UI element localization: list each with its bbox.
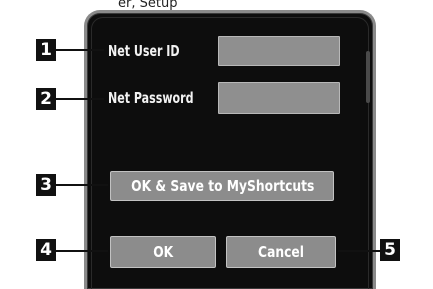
callout-3: 3 [36,174,56,196]
cancel-button[interactable]: Cancel [226,236,336,268]
callout-1: 1 [36,39,56,61]
net-user-id-field[interactable] [218,36,340,66]
net-password-label: Net Password [108,89,194,107]
callout-2: 2 [36,88,56,110]
cancel-button-label: Cancel [258,243,304,261]
callout-5: 5 [380,239,400,261]
callout-2-line [56,98,104,100]
callout-4: 4 [36,239,56,261]
ok-save-to-myshortcuts-button[interactable]: OK & Save to MyShortcuts [110,171,334,201]
ok-button-label: OK [153,243,173,261]
net-user-id-label: Net User ID [108,42,180,60]
net-password-field[interactable] [218,82,340,114]
ok-save-button-label: OK & Save to MyShortcuts [131,177,315,195]
callout-4-line [56,250,108,252]
callout-5-line [338,250,380,252]
callout-3-line [56,184,108,186]
ok-button[interactable]: OK [110,236,216,268]
scrollbar[interactable] [366,51,370,103]
callout-1-line [56,49,104,51]
